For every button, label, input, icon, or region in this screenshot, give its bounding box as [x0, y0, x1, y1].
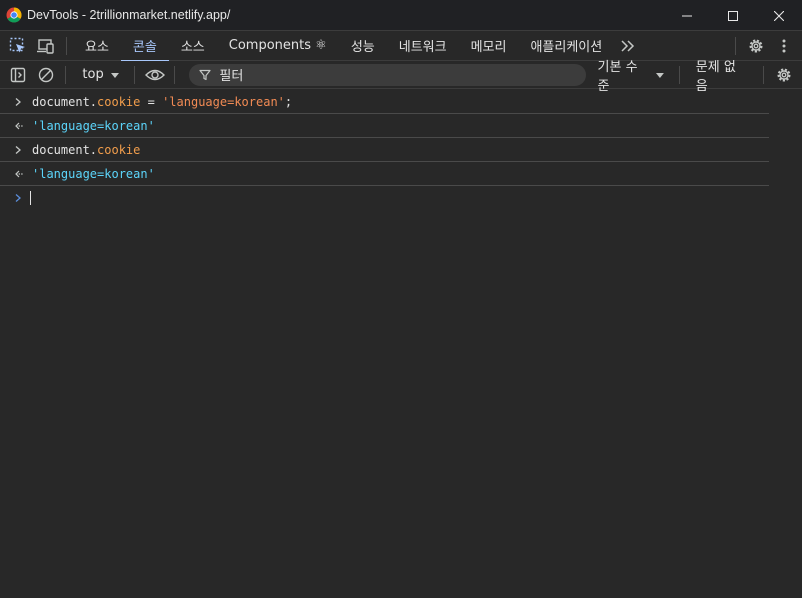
minimize-icon [682, 15, 692, 16]
close-button[interactable] [756, 0, 802, 31]
inspect-icon [9, 37, 25, 52]
code-token: cookie [97, 142, 141, 157]
tab-sources[interactable]: 소스 [169, 31, 217, 61]
console-toolbar: top 필터 기본 수준 문제 없음 [0, 60, 802, 94]
live-expression-button[interactable] [141, 61, 169, 89]
code-token: 'language=korean' [32, 118, 155, 133]
window-titlebar: DevTools - 2trillionmarket.netlify.app/ [0, 0, 802, 31]
context-selector[interactable]: top [72, 61, 127, 89]
sidebar-toggle-button[interactable] [4, 61, 32, 89]
code-token: ; [284, 94, 293, 109]
gear-icon [777, 68, 791, 81]
filter-funnel-icon [199, 69, 212, 80]
prompt-chevron-icon [14, 186, 28, 210]
filter-placeholder: 필터 [219, 69, 244, 84]
chrome-logo-icon [6, 7, 22, 23]
tab-performance[interactable]: 성능 [339, 31, 387, 61]
code-token: cookie [97, 94, 141, 109]
issues-counter[interactable]: 문제 없음 [686, 60, 757, 94]
code-token: document. [32, 94, 98, 109]
code-token: 'language=korean' [162, 94, 285, 109]
maximize-icon [728, 10, 738, 21]
tab-console[interactable]: 콘솔 [120, 31, 169, 62]
console-settings-button[interactable] [770, 61, 798, 89]
toolbar-divider [735, 36, 736, 55]
console-filter-input[interactable]: 필터 [189, 63, 586, 86]
console-prompt[interactable] [0, 186, 769, 210]
input-chevron-icon [14, 90, 28, 114]
result-arrow-icon [14, 162, 28, 186]
window-title: DevTools - 2trillionmarket.netlify.app/ [27, 8, 231, 22]
double-chevron-right-icon [621, 39, 635, 52]
minimize-button[interactable] [664, 0, 710, 31]
kebab-menu-icon [782, 39, 786, 52]
console-result-entry: 'language=korean' [0, 114, 769, 138]
toolbar-divider [66, 36, 67, 55]
toolbar-divider [174, 65, 176, 84]
result-arrow-icon [14, 114, 28, 138]
log-levels-dropdown[interactable]: 기본 수준 [586, 60, 673, 94]
dropdown-triangle-icon [655, 72, 664, 78]
text-caret [30, 191, 31, 205]
device-mode-icon [37, 38, 54, 54]
clear-circle-slash-icon [38, 67, 53, 82]
customize-menu-button[interactable] [770, 31, 798, 61]
code-token: 'language=korean' [32, 166, 155, 181]
console-input-entry: document. cookie [0, 138, 769, 162]
eye-icon [144, 69, 165, 80]
devtools-tabbar: 요소 콘솔 소스 Components ⚛ 성능 네트워크 메모리 애플리케이션 [0, 31, 802, 62]
gear-icon [749, 39, 763, 52]
toolbar-divider [65, 65, 67, 84]
input-chevron-icon [14, 138, 28, 162]
toolbar-divider [133, 65, 135, 84]
console-result-entry: 'language=korean' [0, 162, 769, 186]
clear-console-button[interactable] [32, 61, 60, 89]
toolbar-divider [678, 65, 680, 84]
tab-components[interactable]: Components ⚛ [217, 31, 339, 61]
code-token: document. [32, 142, 98, 157]
inspect-element-button[interactable] [4, 31, 32, 61]
tab-network[interactable]: 네트워크 [387, 31, 459, 61]
tab-memory[interactable]: 메모리 [459, 31, 519, 61]
console-input-entry: document. cookie = 'language=korean'; [0, 90, 769, 114]
close-icon [774, 10, 784, 21]
code-token: = [140, 94, 163, 109]
toolbar-divider [763, 65, 765, 84]
maximize-button[interactable] [710, 0, 756, 31]
console-output: document. cookie = 'language=korean';'lan… [0, 90, 802, 598]
sidebar-panel-icon [10, 67, 26, 82]
tab-elements[interactable]: 요소 [73, 31, 121, 61]
device-toolbar-button[interactable] [32, 31, 60, 61]
dropdown-triangle-icon [110, 72, 119, 78]
